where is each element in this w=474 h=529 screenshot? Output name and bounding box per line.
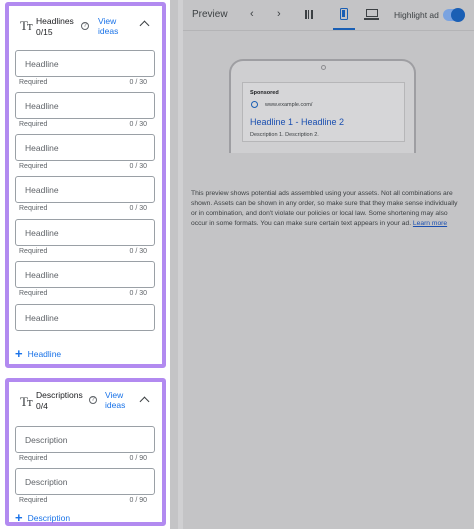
required-label: Required [19,290,48,297]
toolbar-divider [183,30,474,31]
required-label: Required [19,205,48,212]
descriptions-count: 0/4 [36,401,48,411]
required-label: Required [19,497,48,504]
preview-info-text: This preview shows potential ads assembl… [191,189,461,229]
headlines-title-block: Headlines 0/15 [36,16,74,38]
required-label: Required [19,248,48,255]
preview-title: Preview [192,9,228,20]
descriptions-panel: Tт Descriptions 0/4 ? View ideas Require… [5,378,166,526]
chevron-right-icon[interactable]: › [277,8,281,20]
column-view-icon[interactable] [305,10,313,19]
headlines-view-ideas-link[interactable]: View ideas [98,16,128,36]
camera-icon [321,65,326,70]
headlines-header: Tт Headlines 0/15 ? View ideas [9,6,162,46]
headline-input[interactable] [16,262,154,287]
description-field-2[interactable] [15,468,155,495]
headline-field-7[interactable] [15,304,155,331]
descriptions-title-block: Descriptions 0/4 [36,390,83,412]
headlines-panel: Tт Headlines 0/15 ? View ideas Required 0… [5,2,166,368]
headline-field-6[interactable] [15,261,155,288]
plus-icon: + [15,510,23,525]
char-count: 0 / 30 [129,121,147,128]
required-label: Required [19,455,48,462]
add-headline-label: Headline [27,349,62,359]
headline-field-1[interactable] [15,50,155,77]
required-label: Required [19,163,48,170]
headline-input[interactable] [16,177,154,202]
headline-field-3[interactable] [15,134,155,161]
headline-input[interactable] [16,51,154,76]
char-count: 0 / 30 [129,290,147,297]
char-count: 0 / 30 [129,79,147,86]
headlines-count: 0/15 [36,27,53,37]
char-count: 0 / 30 [129,248,147,255]
help-icon[interactable]: ? [89,396,97,404]
text-type-icon: Tт [20,394,33,409]
headline-field-4[interactable] [15,176,155,203]
ad-headline: Headline 1 - Headline 2 [250,117,345,127]
headline-input[interactable] [16,135,154,160]
add-description-button[interactable]: + Description [15,510,71,525]
sponsored-label: Sponsored [250,90,279,96]
descriptions-header: Tт Descriptions 0/4 ? View ideas [9,382,162,422]
pane-divider[interactable] [178,0,183,529]
headline-input[interactable] [16,305,154,330]
descriptions-title: Descriptions [36,390,83,400]
add-headline-button[interactable]: + Headline [15,346,62,361]
ad-description: Description 1. Description 2. [250,132,319,138]
char-count: 0 / 90 [129,455,147,462]
description-field-1[interactable] [15,426,155,453]
descriptions-view-ideas-link[interactable]: View ideas [105,390,135,410]
mobile-device-icon[interactable] [340,8,348,20]
headline-input[interactable] [16,93,154,118]
chevron-up-icon[interactable] [139,20,150,31]
char-count: 0 / 30 [129,163,147,170]
desktop-device-icon[interactable] [364,9,379,20]
text-type-icon: Tт [20,18,33,33]
globe-icon [251,101,258,108]
toggle-knob [451,8,465,22]
highlight-ad-toggle[interactable] [443,8,465,22]
char-count: 0 / 30 [129,205,147,212]
asset-editor-column: Tт Headlines 0/15 ? View ideas Required 0… [0,0,170,529]
plus-icon: + [15,346,23,361]
learn-more-link[interactable]: Learn more [413,220,447,227]
preview-toolbar: Preview ‹ › Highlight ad [183,0,474,30]
ad-url: www.example.com/ [265,102,313,108]
description-input[interactable] [16,427,154,452]
add-description-label: Description [27,513,71,523]
char-count: 0 / 90 [129,497,147,504]
highlight-ad-label: Highlight ad [394,10,439,20]
headline-input[interactable] [16,220,154,245]
ad-preview-card: Sponsored www.example.com/ Headline 1 - … [242,82,405,142]
required-label: Required [19,121,48,128]
help-icon[interactable]: ? [81,22,89,30]
description-input[interactable] [16,469,154,494]
required-label: Required [19,79,48,86]
headline-field-5[interactable] [15,219,155,246]
headlines-title: Headlines [36,16,74,26]
chevron-up-icon[interactable] [139,396,150,407]
chevron-left-icon[interactable]: ‹ [250,8,254,20]
headline-field-2[interactable] [15,92,155,119]
